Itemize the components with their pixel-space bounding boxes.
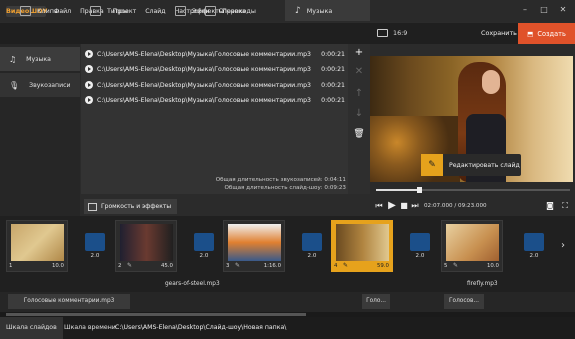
- minimize-icon[interactable]: –: [518, 4, 532, 16]
- transition-5[interactable]: 2.0: [521, 233, 547, 263]
- slide-thumbnail: [120, 224, 173, 261]
- scrollbar-thumb[interactable]: [6, 313, 306, 316]
- prev-icon[interactable]: ⏮: [374, 200, 384, 212]
- transition-icon: [302, 233, 322, 251]
- monitor-icon: [377, 29, 388, 37]
- slide-5[interactable]: 5 ✎ 10.0: [441, 220, 503, 272]
- transitions-icon: [205, 5, 216, 16]
- audio-clip[interactable]: Голосовые комментарии.mp3: [8, 294, 130, 309]
- play-button-icon[interactable]: ▶: [386, 200, 398, 212]
- transition-4[interactable]: 2.0: [407, 233, 433, 263]
- tab-timeline[interactable]: Шкала времени: [58, 317, 122, 339]
- sidebar-item-voice[interactable]: 🎙 Звукозаписи: [0, 73, 80, 97]
- slide-2[interactable]: 2 ✎ 45.0: [115, 220, 177, 272]
- trash-icon[interactable]: 🗑: [353, 128, 365, 140]
- list-item[interactable]: C:\Users\AMS-Elena\Desktop\Музыка\Голосо…: [85, 79, 345, 91]
- seek-handle[interactable]: [416, 187, 422, 193]
- tab-titles[interactable]: Титры: [80, 0, 165, 21]
- scroll-right-icon[interactable]: ›: [557, 236, 569, 256]
- voice-duration: Общая длительность звукозаписей: 0:04:11: [215, 177, 346, 183]
- slide-4[interactable]: 4 ✎ 59.0: [331, 220, 393, 272]
- list-item[interactable]: C:\Users\AMS-Elena\Desktop\Музыка\Голосо…: [85, 63, 345, 75]
- slideshow-duration: Общая длительность слайд-шоу: 0:09:23: [224, 185, 346, 191]
- save-button[interactable]: Сохранить: [481, 29, 517, 37]
- transition-3[interactable]: 2.0: [299, 233, 325, 263]
- aspect-ratio-selector[interactable]: 16:9: [377, 29, 407, 37]
- slide-thumbnail: [11, 224, 64, 261]
- seek-progress: [376, 189, 419, 191]
- volume-effects-button[interactable]: Громкость и эффекты: [84, 199, 178, 214]
- audio-clip[interactable]: Голо...: [362, 294, 390, 309]
- microphone-icon: 🎙: [9, 80, 20, 90]
- slide-thumbnail: [446, 224, 499, 261]
- effects-icon: [175, 5, 186, 16]
- transition-1[interactable]: 2.0: [82, 233, 108, 263]
- pencil-icon: ✎: [421, 154, 443, 176]
- close-icon[interactable]: ✕: [556, 4, 570, 16]
- play-icon[interactable]: [85, 65, 93, 73]
- tab-clips[interactable]: Клипы: [10, 0, 75, 21]
- transition-icon: [85, 233, 105, 251]
- move-up-icon[interactable]: ↑: [353, 88, 365, 100]
- create-button[interactable]: ⬒ Создать: [518, 23, 575, 44]
- audio-clip[interactable]: Голосов...: [444, 294, 484, 309]
- maximize-icon[interactable]: □: [537, 4, 551, 16]
- next-icon[interactable]: ⏭: [410, 200, 420, 212]
- transition-icon: [194, 233, 214, 251]
- sidebar-item-music[interactable]: ♫ Музыка: [0, 47, 80, 71]
- transition-icon: [524, 233, 544, 251]
- slide-1[interactable]: 1 10.0: [6, 220, 68, 272]
- transition-icon: [410, 233, 430, 251]
- play-icon[interactable]: [85, 50, 93, 58]
- list-item[interactable]: C:\Users\AMS-Elena\Desktop\Музыка\Голосо…: [85, 94, 345, 106]
- clips-icon: [20, 5, 31, 16]
- music-track-label: gears-of-steel.mp3: [165, 281, 220, 287]
- slide-3[interactable]: 3 ✎ 1:16.0: [223, 220, 285, 272]
- titles-icon: [90, 5, 101, 16]
- timecode: 02:07.000 / 09:23.000: [424, 203, 487, 209]
- tab-slide-timeline[interactable]: Шкала слайдов: [0, 317, 63, 339]
- tab-music[interactable]: ♪ Музыка: [285, 0, 370, 21]
- equalizer-icon: [88, 202, 97, 211]
- move-down-icon[interactable]: ↓: [353, 108, 365, 120]
- project-path: C:\Users\AMS-Elena\Desktop\Слайд-шоу\Нов…: [115, 324, 287, 331]
- list-item[interactable]: C:\Users\AMS-Elena\Desktop\Музыка\Голосо…: [85, 48, 345, 60]
- play-icon[interactable]: [85, 96, 93, 104]
- music-icon: ♫: [9, 54, 17, 64]
- export-icon: ⬒: [527, 29, 534, 38]
- pencil-icon[interactable]: ✎: [127, 262, 132, 269]
- music-track-label: firefly.mp3: [467, 281, 498, 287]
- pencil-icon[interactable]: ✎: [343, 262, 348, 269]
- play-icon[interactable]: [85, 81, 93, 89]
- pencil-icon[interactable]: ✎: [235, 262, 240, 269]
- slide-thumbnail: [228, 224, 281, 261]
- fullscreen-icon[interactable]: ⛶: [560, 200, 570, 212]
- edit-slide-button[interactable]: ✎ Редактировать слайд: [421, 154, 521, 176]
- tab-transitions-inner[interactable]: Переходы: [205, 0, 285, 21]
- snapshot-icon[interactable]: ◙: [545, 200, 555, 212]
- stop-icon[interactable]: ■: [399, 200, 409, 212]
- pencil-icon[interactable]: ✎: [453, 262, 458, 269]
- transition-2[interactable]: 2.0: [191, 233, 217, 263]
- music-note-icon: ♪: [295, 5, 301, 16]
- add-icon[interactable]: +: [353, 47, 365, 59]
- slide-thumbnail: [336, 224, 389, 261]
- remove-icon[interactable]: ✕: [353, 66, 365, 78]
